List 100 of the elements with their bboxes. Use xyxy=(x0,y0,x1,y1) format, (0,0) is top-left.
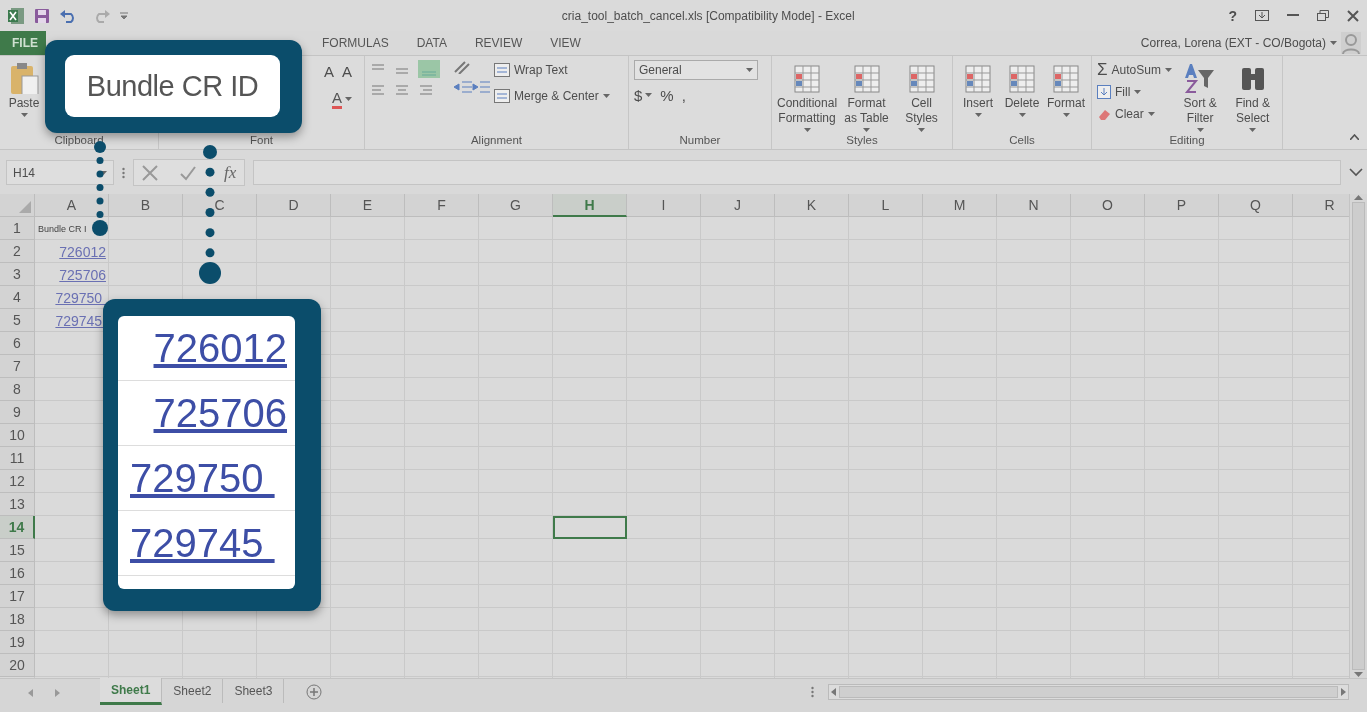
ribbon-command[interactable]: Σ AutoSum xyxy=(1097,60,1172,80)
row-header[interactable]: 12 xyxy=(0,470,35,493)
user-name[interactable]: Correa, Lorena (EXT - CO/Bogota) xyxy=(1140,36,1326,50)
row-header[interactable]: 9 xyxy=(0,401,35,424)
grid-icon xyxy=(1006,62,1038,94)
sheet-tab[interactable]: Sheet3 xyxy=(223,679,285,703)
ribbon-command[interactable]: Cell Styles xyxy=(896,60,947,132)
ribbon-command[interactable]: Merge & Center xyxy=(494,86,610,106)
row-header[interactable]: 3 xyxy=(0,263,35,286)
group-label: Font xyxy=(249,133,274,148)
cell-link[interactable]: 726012 xyxy=(59,243,106,260)
row-header[interactable]: 8 xyxy=(0,378,35,401)
check-icon xyxy=(180,164,196,181)
row-header[interactable]: 11 xyxy=(0,447,35,470)
row-header[interactable]: 7 xyxy=(0,355,35,378)
ribbon-tab[interactable]: FORMULAS xyxy=(308,31,403,55)
row-header[interactable]: 13 xyxy=(0,493,35,516)
column-header[interactable]: G xyxy=(479,194,553,217)
group-label: Cells xyxy=(1008,133,1036,148)
column-header[interactable]: Q xyxy=(1219,194,1293,217)
column-header[interactable]: B xyxy=(109,194,183,217)
excel-logo-icon xyxy=(8,7,24,24)
column-header[interactable]: M xyxy=(923,194,997,217)
next-sheet-icon xyxy=(55,689,60,697)
ribbon-command[interactable]: Wrap Text xyxy=(494,60,610,80)
name-box[interactable]: H14 xyxy=(6,160,114,185)
column-header[interactable]: N xyxy=(997,194,1071,217)
ribbon-command[interactable]: Insert xyxy=(958,60,998,117)
scroll-left-icon xyxy=(831,688,836,696)
cell-link[interactable]: 729750 xyxy=(55,289,106,306)
column-header[interactable]: A xyxy=(35,194,109,217)
horizontal-scrollbar[interactable] xyxy=(828,684,1349,700)
row-header[interactable]: 6 xyxy=(0,332,35,355)
cancel-icon xyxy=(142,164,158,181)
column-header[interactable]: O xyxy=(1071,194,1145,217)
number-style-button[interactable]: , xyxy=(681,84,686,106)
ribbon-command[interactable]: Fill xyxy=(1097,82,1172,102)
column-header[interactable]: D xyxy=(257,194,331,217)
scroll-right-icon xyxy=(1341,688,1346,696)
ribbon-tab[interactable]: DATA xyxy=(402,31,461,55)
table-cell: Bundle CR I xyxy=(38,223,87,234)
ribbon-command[interactable]: Format as Table xyxy=(841,60,892,132)
ribbon-command[interactable]: Delete xyxy=(1002,60,1042,117)
file-tab[interactable]: FILE xyxy=(0,31,46,55)
selected-cell[interactable] xyxy=(553,516,627,539)
ribbon-tab[interactable]: REVIEW xyxy=(460,31,537,55)
more-icon xyxy=(811,686,814,698)
row-header[interactable]: 18 xyxy=(0,608,35,631)
ribbon-command[interactable]: Clear xyxy=(1097,104,1172,124)
cell-link[interactable]: 729745 xyxy=(55,312,106,329)
ribbon-command[interactable]: Paste xyxy=(4,60,44,117)
ribbon-command[interactable]: Conditional Formatting xyxy=(777,60,838,132)
help-button[interactable]: ? xyxy=(1228,7,1237,24)
wrap-text-icon xyxy=(494,63,510,77)
sort-filter-icon xyxy=(1184,62,1217,94)
column-header[interactable]: C xyxy=(183,194,257,217)
row-header[interactable]: 2 xyxy=(0,240,35,263)
row-header[interactable]: 16 xyxy=(0,562,35,585)
ribbon-tab[interactable]: VIEW xyxy=(536,31,595,55)
caret-icon xyxy=(746,68,753,72)
cell-link[interactable]: 725706 xyxy=(59,266,106,283)
font-color-button[interactable]: A xyxy=(332,88,352,110)
row-header[interactable]: 15 xyxy=(0,539,35,562)
row-header[interactable]: 1 xyxy=(0,217,35,240)
font-size-button[interactable]: A xyxy=(323,60,334,82)
row-header[interactable]: 5 xyxy=(0,309,35,332)
column-header[interactable]: I xyxy=(627,194,701,217)
column-header[interactable]: P xyxy=(1145,194,1219,217)
row-header[interactable]: 19 xyxy=(0,631,35,654)
row-header[interactable]: 10 xyxy=(0,424,35,447)
column-header[interactable]: R xyxy=(1293,194,1349,217)
vertical-scrollbar[interactable] xyxy=(1349,194,1367,678)
caret-icon xyxy=(1330,41,1337,45)
table-icon xyxy=(791,62,823,94)
ribbon-command[interactable]: Find & Select xyxy=(1228,60,1277,132)
ribbon-command[interactable]: Sort & Filter xyxy=(1175,60,1225,132)
insert-function-button[interactable]: fx xyxy=(224,162,237,183)
merge-icon xyxy=(494,89,510,103)
column-header[interactable]: F xyxy=(405,194,479,217)
callout-value: 725706 xyxy=(153,390,287,436)
formula-input[interactable] xyxy=(253,160,1341,185)
number-style-button[interactable]: $ xyxy=(634,84,653,106)
column-header[interactable]: J xyxy=(701,194,775,217)
row-header[interactable]: 17 xyxy=(0,585,35,608)
column-header[interactable]: H xyxy=(553,194,627,217)
font-size-button[interactable]: A xyxy=(342,60,352,82)
row-header[interactable]: 20 xyxy=(0,654,35,677)
callout-label: Bundle CR ID xyxy=(65,55,280,117)
ribbon-command[interactable]: Format xyxy=(1046,60,1086,117)
grid-icon xyxy=(962,62,994,94)
sheet-tab[interactable]: Sheet1 xyxy=(100,678,163,705)
number-format-dropdown[interactable]: General xyxy=(634,60,758,80)
number-style-button[interactable]: % xyxy=(660,84,674,106)
sheet-tab[interactable]: Sheet2 xyxy=(162,679,224,703)
close-icon xyxy=(1347,9,1359,22)
column-header[interactable]: E xyxy=(331,194,405,217)
row-header[interactable]: 4 xyxy=(0,286,35,309)
row-header[interactable]: 14 xyxy=(0,516,35,539)
column-header[interactable]: L xyxy=(849,194,923,217)
column-header[interactable]: K xyxy=(775,194,849,217)
